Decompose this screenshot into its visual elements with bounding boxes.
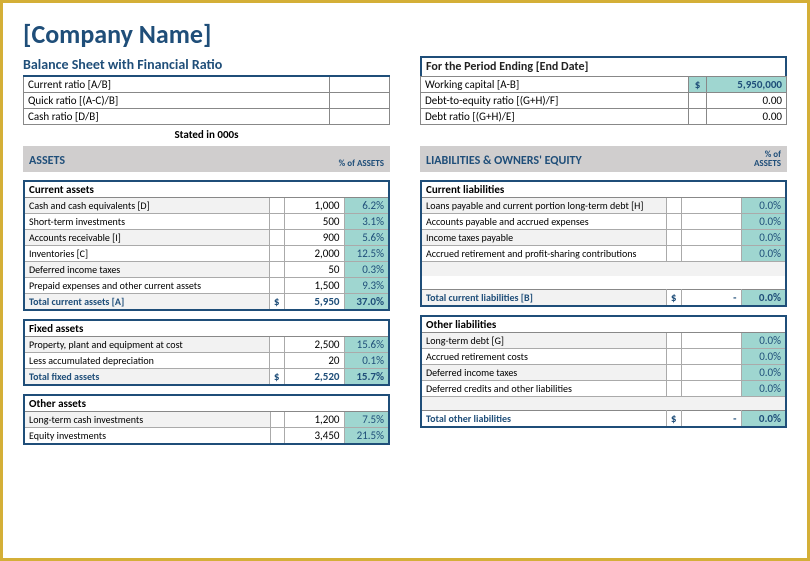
liabilities-header: LIABILITIES & OWNERS' EQUITY % of ASSETS: [420, 146, 787, 172]
ratio-label: Quick ratio [(A-C)/B]: [24, 93, 330, 109]
ratio-value: 0.00: [707, 93, 787, 109]
ratio-table-right: Working capital [A-B] $ 5,950,000 Debt-t…: [420, 76, 787, 125]
ratio-sym: $: [689, 77, 707, 93]
table-title: Other liabilities: [421, 316, 786, 333]
ratio-value: 0.00: [707, 109, 787, 125]
ratio-table-left: Current ratio [A/B] Quick ratio [(A-C)/B…: [23, 75, 390, 125]
ratio-label: Debt-to-equity ratio [(G+H)/F]: [421, 93, 689, 109]
ratio-label: Debt ratio [(G+H)/E]: [421, 109, 689, 125]
assets-header: ASSETS % of ASSETS: [23, 146, 390, 172]
main-content: Current assets Cash and cash equivalents…: [23, 180, 787, 453]
current-liabilities-table: Current liabilities Loans payable and cu…: [420, 180, 787, 307]
top-ratios-row: Balance Sheet with Financial Ratio Curre…: [23, 56, 787, 144]
table-title: Fixed assets: [24, 320, 389, 337]
fixed-assets-table: Fixed assets Property, plant and equipme…: [23, 319, 390, 386]
other-liabilities-table: Other liabilities Long-term debt [G]0.0%…: [420, 315, 787, 428]
ratio-label: Current ratio [A/B]: [24, 76, 330, 93]
table-title: Current liabilities: [421, 181, 786, 198]
stated-note: Stated in 000s: [23, 125, 390, 144]
company-name: [Company Name]: [23, 18, 787, 50]
ratio-label: Working capital [A-B]: [421, 77, 689, 93]
table-title: Other assets: [24, 395, 389, 412]
table-title: Current assets: [24, 181, 389, 198]
ratio-label: Cash ratio [D/B]: [24, 109, 330, 125]
ratio-value: 5,950,000: [707, 77, 787, 93]
sheet-title: Balance Sheet with Financial Ratio: [23, 56, 390, 73]
section-headers: ASSETS % of ASSETS LIABILITIES & OWNERS'…: [23, 146, 787, 172]
other-assets-table: Other assets Long-term cash investments1…: [23, 394, 390, 445]
period-title: For the Period Ending [End Date]: [420, 56, 787, 76]
current-assets-table: Current assets Cash and cash equivalents…: [23, 180, 390, 311]
